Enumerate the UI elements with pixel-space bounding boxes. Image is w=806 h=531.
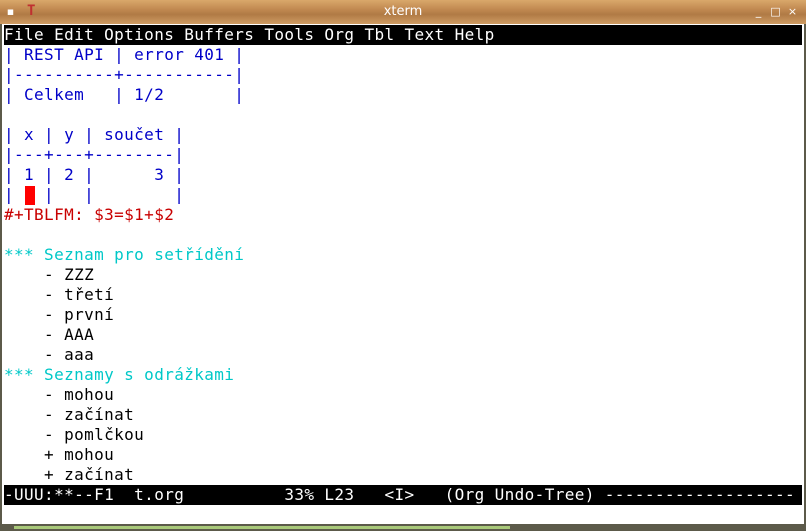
buffer-line: - ZZZ xyxy=(4,265,95,284)
buffer-line: - mohou xyxy=(4,385,115,404)
buffer-line: | x | y | součet | xyxy=(4,125,185,144)
buffer-line: | Celkem | 1/2 | xyxy=(4,85,245,104)
buffer-line: | 1 | 2 | 3 | xyxy=(4,165,185,184)
buffer-line: #+TBLFM: $3=$1+$2 xyxy=(4,205,175,224)
buffer-line: - AAA xyxy=(4,325,95,344)
buffer-line: - aaa xyxy=(4,345,95,364)
buffer-line: + mohou xyxy=(4,445,115,464)
title-bar: ▪ T xterm _ □ × xyxy=(0,0,806,24)
buffer-line: - pomlčkou xyxy=(4,425,145,444)
close-button[interactable]: × xyxy=(786,5,799,18)
buffer-line: |----------+-----------| xyxy=(4,65,245,84)
emacs-menu-bar[interactable]: File Edit Options Buffers Tools Org Tbl … xyxy=(4,25,802,45)
minimize-button[interactable]: _ xyxy=(752,5,765,18)
mode-line: -UUU:**--F1 t.org 33% L23 <I> (Org Undo-… xyxy=(4,485,802,505)
maximize-button[interactable]: □ xyxy=(769,5,782,18)
buffer-line: - první xyxy=(4,305,115,324)
window-title: xterm xyxy=(383,4,423,19)
text-cursor xyxy=(25,186,35,205)
buffer-line: |---+---+--------| xyxy=(4,145,185,164)
buffer-line: - třetí xyxy=(4,285,115,304)
window-border xyxy=(14,526,510,529)
buffer-line: + začínat xyxy=(4,465,135,484)
buffer-line: *** Seznam pro setřídění xyxy=(4,245,245,264)
terminal[interactable]: File Edit Options Buffers Tools Org Tbl … xyxy=(2,24,804,524)
buffer-line: - začínat xyxy=(4,405,135,424)
buffer-line: | REST API | error 401 | xyxy=(4,45,245,64)
buffer-line: *** Seznamy s odrážkami xyxy=(4,365,235,384)
